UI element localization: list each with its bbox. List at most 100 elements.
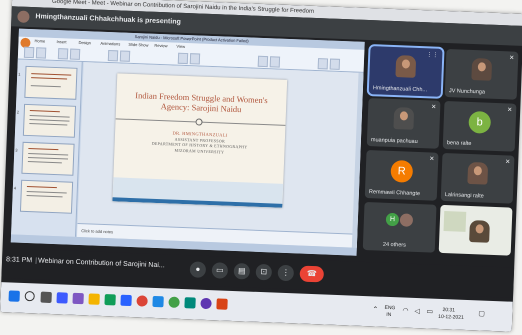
wifi-icon[interactable]: ◠ bbox=[402, 307, 408, 315]
powerpoint-icon[interactable] bbox=[216, 298, 228, 310]
teams-chat-icon[interactable] bbox=[72, 292, 84, 305]
mic-muted-icon: ✕ bbox=[507, 107, 513, 114]
ribbon-button-icon bbox=[57, 48, 69, 60]
participant-tile-presenter[interactable]: ⋮⋮ Hmingthanzuali Chh... bbox=[366, 43, 445, 99]
slide-editing-area: Indian Freedom Struggle and Women's Agen… bbox=[77, 62, 364, 248]
ribbon-tab: View bbox=[176, 43, 186, 49]
more-options-icon[interactable]: ⋮ bbox=[277, 264, 295, 282]
participant-video bbox=[395, 55, 417, 78]
end-call-button-icon[interactable]: ☎ bbox=[299, 265, 325, 283]
meeting-clock: 8:31 PM | bbox=[5, 256, 38, 265]
self-video bbox=[469, 220, 490, 243]
participant-tile[interactable]: R ✕ Remmawii Chhangte bbox=[364, 150, 439, 201]
app-icon[interactable] bbox=[200, 297, 212, 310]
others-avatar: H bbox=[385, 212, 400, 227]
photo-scene: Google Meet - Meet - Webinar on Contribu… bbox=[0, 0, 522, 335]
slide-title: Indian Freedom Struggle and Women's Agen… bbox=[135, 90, 268, 115]
ribbon-button-icon bbox=[35, 47, 47, 59]
ribbon-tab: Animations bbox=[100, 40, 121, 47]
taskbar-clock[interactable]: 20:31 bbox=[442, 307, 455, 313]
present-button-icon[interactable]: ⊡ bbox=[255, 263, 273, 281]
slide-footer-band bbox=[112, 177, 284, 208]
ribbon-button-icon bbox=[329, 58, 341, 70]
participant-tile[interactable]: ✕ JV Nunchunga bbox=[444, 48, 519, 100]
participant-name: Hmingthanzuali Chh... bbox=[372, 85, 428, 94]
background-decor bbox=[443, 211, 467, 232]
ribbon-button-icon bbox=[317, 58, 329, 70]
battery-icon[interactable]: ▭ bbox=[426, 307, 433, 315]
participant-avatar: b bbox=[468, 110, 492, 134]
participant-video bbox=[471, 57, 493, 81]
ribbon-tab: Home bbox=[34, 38, 46, 44]
mic-muted-icon: ✕ bbox=[429, 156, 435, 163]
participant-name: Lalrinsangi ralte bbox=[444, 192, 484, 200]
self-view-tile[interactable] bbox=[438, 204, 513, 256]
ribbon-button-icon bbox=[69, 48, 81, 60]
participant-tile-others[interactable]: H 24 others bbox=[362, 201, 437, 253]
slide-thumbnail bbox=[24, 65, 78, 100]
camera-button-icon[interactable]: ▭ bbox=[211, 262, 229, 279]
slide-author-block: DR. HMINGTHANZUALI ASSISTANT PROFESSOR D… bbox=[124, 129, 275, 157]
search-icon[interactable] bbox=[24, 290, 35, 302]
participant-tile[interactable]: ✕ muanpuia pachuau bbox=[366, 98, 441, 149]
thumb-number: 4 bbox=[13, 185, 17, 191]
others-avatar-photo bbox=[399, 213, 414, 227]
participant-tile[interactable]: b ✕ bena ralte bbox=[442, 100, 517, 152]
ribbon-tab: Insert bbox=[56, 39, 67, 45]
shared-screen: Sarojini Naidu - Microsoft PowerPoint (P… bbox=[10, 28, 365, 256]
ribbon-tab: Slide Show bbox=[128, 41, 149, 48]
ribbon-button-icon bbox=[107, 50, 119, 62]
widgets-icon[interactable] bbox=[56, 292, 68, 304]
slide-thumbnail-pane: 1 2 3 4 bbox=[11, 59, 83, 237]
ribbon-button-icon bbox=[23, 46, 35, 59]
slide-ornament bbox=[195, 118, 203, 126]
participant-avatar: R bbox=[390, 159, 414, 183]
language-indicator-top[interactable]: ENG bbox=[384, 305, 395, 311]
thumb-number: 1 bbox=[18, 71, 21, 77]
file-explorer-icon[interactable] bbox=[88, 293, 100, 305]
thumb-number: 3 bbox=[15, 147, 18, 153]
app-icon[interactable] bbox=[152, 295, 164, 308]
participant-name: muanpuia pachuau bbox=[370, 137, 418, 145]
chrome-icon[interactable] bbox=[136, 295, 148, 307]
presenting-text: Hmingthanzuali Chhakchhuak is presenting bbox=[35, 13, 181, 26]
task-view-icon[interactable] bbox=[40, 291, 52, 304]
ribbon-button-icon bbox=[177, 52, 189, 65]
app-icon[interactable] bbox=[184, 297, 196, 309]
mic-active-icon: ⋮⋮ bbox=[426, 52, 439, 59]
ribbon-button-icon bbox=[189, 53, 201, 65]
participant-video bbox=[467, 161, 489, 185]
meeting-title: Webinar on Contribution of Sarojini Nai.… bbox=[37, 257, 165, 270]
notification-icon[interactable]: ▢ bbox=[478, 309, 485, 317]
ribbon-button-icon bbox=[257, 55, 269, 68]
participant-video bbox=[393, 107, 415, 130]
windows-start-icon[interactable] bbox=[8, 290, 20, 302]
ribbon-tab: Design bbox=[78, 39, 92, 46]
taskbar-date[interactable]: 10-12-2021 bbox=[438, 314, 464, 321]
mic-muted-icon: ✕ bbox=[509, 55, 515, 62]
app-icon[interactable] bbox=[168, 296, 180, 308]
chevron-up-icon[interactable]: ⌃ bbox=[372, 305, 378, 313]
monitor-screen: Google Meet - Meet - Webinar on Contribu… bbox=[0, 0, 522, 332]
store-icon[interactable] bbox=[104, 294, 116, 306]
mic-muted-icon: ✕ bbox=[505, 159, 511, 166]
thumb-number: 2 bbox=[16, 109, 20, 115]
slide-thumbnail bbox=[19, 179, 74, 214]
participant-tile[interactable]: ✕ Lalrinsangi ralte bbox=[440, 152, 515, 204]
captions-button-icon[interactable]: ▤ bbox=[233, 263, 251, 280]
others-count: 24 others bbox=[382, 241, 406, 249]
participant-name: bena ralte bbox=[446, 140, 472, 148]
slide-thumbnail bbox=[21, 141, 75, 176]
presenter-avatar bbox=[17, 10, 30, 23]
mic-button-icon[interactable]: ● bbox=[189, 261, 207, 278]
ribbon-button-icon bbox=[269, 56, 281, 68]
mic-muted-icon: ✕ bbox=[431, 104, 437, 111]
ribbon-tab: Review bbox=[154, 42, 168, 49]
participant-name: Remmawii Chhangte bbox=[368, 189, 421, 198]
ribbon-button-icon bbox=[119, 50, 131, 62]
language-indicator-bottom[interactable]: IN bbox=[386, 312, 391, 318]
edge-icon[interactable] bbox=[120, 294, 132, 307]
current-slide: Indian Freedom Struggle and Women's Agen… bbox=[112, 73, 288, 208]
volume-icon[interactable]: ◁ bbox=[414, 307, 420, 315]
participant-name: JV Nunchunga bbox=[448, 88, 486, 96]
